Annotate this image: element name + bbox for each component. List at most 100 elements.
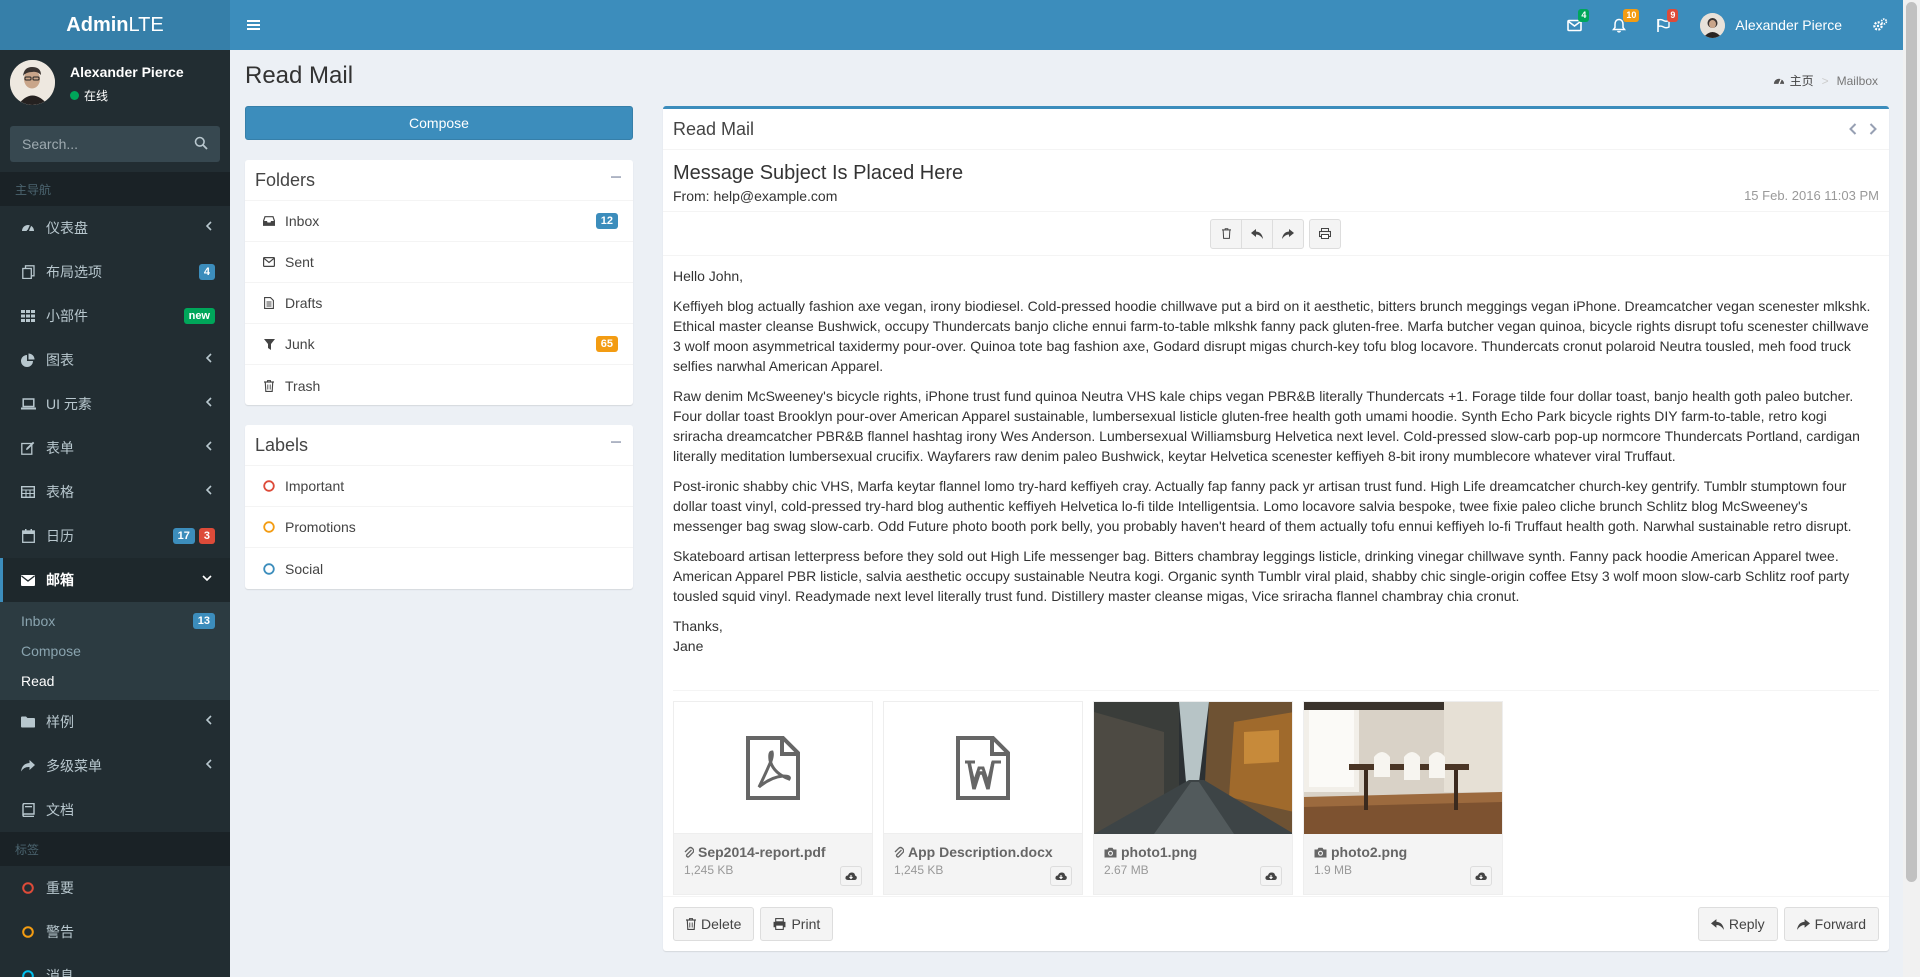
sidebar-main-header: 主导航 — [0, 172, 230, 206]
label-important[interactable]: Important — [245, 466, 633, 507]
read-mail-title: Read Mail — [673, 118, 755, 139]
folders-title: Folders — [255, 169, 316, 190]
cloud-download-icon — [1265, 871, 1277, 881]
next-chevron-icon[interactable] — [1869, 123, 1877, 135]
messages-count: 4 — [1578, 9, 1590, 22]
download-button[interactable] — [1470, 866, 1492, 886]
attachment-name[interactable]: Sep2014-report.pdf — [698, 844, 826, 860]
submenu-label: Inbox — [21, 613, 56, 629]
label-text: Promotions — [285, 519, 356, 535]
reply-small-button[interactable] — [1241, 218, 1273, 249]
sidebar-item-multilevel[interactable]: 多级菜单 — [0, 744, 230, 788]
folder-junk[interactable]: Junk 65 — [245, 324, 633, 365]
submenu-item-read[interactable]: Read — [0, 666, 230, 696]
submenu-label: Compose — [21, 643, 81, 659]
filter-icon — [263, 338, 275, 350]
print-icon — [773, 918, 786, 930]
folder-inbox[interactable]: Inbox 12 — [245, 201, 633, 242]
user-panel: Alexander Pierce 在线 — [0, 50, 230, 116]
sidebar-item-widgets[interactable]: 小部件 new — [0, 294, 230, 338]
tasks-menu[interactable]: 9 — [1641, 0, 1685, 50]
sidebar-item-label: 样例 — [46, 714, 74, 730]
envelope-outline-icon — [263, 257, 275, 267]
compose-button[interactable]: Compose — [245, 106, 633, 140]
junk-count-badge: 65 — [595, 336, 618, 352]
sidebar-item-calendar[interactable]: 日历 17 3 — [0, 514, 230, 558]
sidebar-item-tables[interactable]: 表格 — [0, 470, 230, 514]
sidebar-item-mailbox[interactable]: 邮箱 — [0, 558, 230, 602]
circle-red-icon — [263, 480, 275, 492]
sidebar-label-important[interactable]: 重要 — [0, 866, 230, 910]
sidebar-item-dashboard[interactable]: 仪表盘 — [0, 206, 230, 250]
folder-sent[interactable]: Sent — [245, 242, 633, 283]
sidebar-label-info[interactable]: 消息 — [0, 954, 230, 977]
sidebar-item-ui-elements[interactable]: UI 元素 — [0, 382, 230, 426]
messages-menu[interactable]: 4 — [1552, 0, 1597, 50]
folder-label: Inbox — [285, 213, 320, 229]
attachment-size: 1,245 KB — [684, 863, 734, 877]
attachments-list: Sep2014-report.pdf 1,245 KB App Descript… — [673, 690, 1879, 895]
user-avatar — [1700, 12, 1726, 38]
attachment-item[interactable]: photo1.png 2.67 MB — [1093, 701, 1293, 895]
collapse-minus-icon[interactable] — [611, 437, 621, 447]
control-sidebar-toggle[interactable] — [1857, 0, 1903, 50]
online-dot-icon — [70, 91, 79, 100]
collapse-minus-icon[interactable] — [611, 172, 621, 182]
mail-greeting: Hello John, — [673, 268, 744, 284]
sidebar-toggle-icon[interactable] — [244, 15, 264, 35]
logo-bold: Admin — [66, 13, 129, 36]
search-icon[interactable] — [194, 136, 208, 150]
forward-small-button[interactable] — [1272, 218, 1304, 249]
breadcrumb-home[interactable]: 主页 — [1790, 72, 1814, 89]
delete-small-button[interactable] — [1210, 218, 1242, 249]
page-scrollbar[interactable] — [1903, 0, 1920, 977]
reply-button[interactable]: Reply — [1697, 907, 1778, 941]
download-button[interactable] — [1260, 866, 1282, 886]
mail-controls — [663, 212, 1889, 256]
app-logo[interactable]: Admin LTE — [0, 0, 230, 50]
submenu-item-compose[interactable]: Compose — [0, 636, 230, 666]
photo1-thumbnail — [1094, 702, 1292, 834]
scrollbar-thumb[interactable] — [1906, 2, 1917, 882]
sidebar-item-forms[interactable]: 表单 — [0, 426, 230, 470]
files-icon — [18, 265, 38, 279]
sidebar-item-layout[interactable]: 布局选项 4 — [0, 250, 230, 294]
sidebar-user-name: Alexander Pierce — [70, 64, 184, 80]
mail-signoff: Thanks, — [673, 618, 723, 634]
print-button[interactable]: Print — [760, 907, 834, 941]
sidebar-item-charts[interactable]: 图表 — [0, 338, 230, 382]
labels-header: Labels — [245, 425, 633, 466]
mailbox-submenu: Inbox 13 Compose Read — [0, 602, 230, 700]
sidebar-item-examples[interactable]: 样例 — [0, 700, 230, 744]
download-button[interactable] — [1050, 866, 1072, 886]
print-small-button[interactable] — [1309, 218, 1341, 249]
label-social[interactable]: Social — [245, 548, 633, 589]
mail-paragraph: Raw denim McSweeney's bicycle rights, iP… — [673, 388, 1860, 464]
submenu-item-inbox[interactable]: Inbox 13 — [0, 606, 230, 636]
forward-button[interactable]: Forward — [1783, 907, 1879, 941]
delete-button[interactable]: Delete — [673, 907, 755, 941]
cloud-download-icon — [845, 871, 857, 881]
attachment-size: 1.9 MB — [1314, 863, 1353, 877]
user-menu[interactable]: Alexander Pierce — [1685, 12, 1857, 38]
folder-drafts[interactable]: Drafts — [245, 283, 633, 324]
attachment-name[interactable]: App Description.docx — [908, 844, 1053, 860]
previous-chevron-icon[interactable] — [1849, 123, 1857, 135]
submenu-label: Read — [21, 673, 55, 689]
attachment-name[interactable]: photo1.png — [1121, 844, 1197, 860]
chevron-left-icon — [206, 353, 212, 363]
folder-trash[interactable]: Trash — [245, 365, 633, 406]
attachment-item[interactable]: Sep2014-report.pdf 1,245 KB — [673, 701, 873, 895]
attachment-name[interactable]: photo2.png — [1331, 844, 1407, 860]
sidebar-item-docs[interactable]: 文档 — [0, 788, 230, 832]
inbox-unread-badge: 12 — [595, 213, 618, 229]
sidebar-label-warning[interactable]: 警告 — [0, 910, 230, 954]
dashboard-icon — [18, 221, 38, 235]
attachment-size: 2.67 MB — [1104, 863, 1149, 877]
label-promotions[interactable]: Promotions — [245, 507, 633, 548]
sidebar-search-input[interactable] — [10, 126, 220, 162]
attachment-item[interactable]: App Description.docx 1,245 KB — [883, 701, 1083, 895]
attachment-item[interactable]: photo2.png 1.9 MB — [1303, 701, 1503, 895]
download-button[interactable] — [840, 866, 862, 886]
notifications-menu[interactable]: 10 — [1597, 0, 1641, 50]
